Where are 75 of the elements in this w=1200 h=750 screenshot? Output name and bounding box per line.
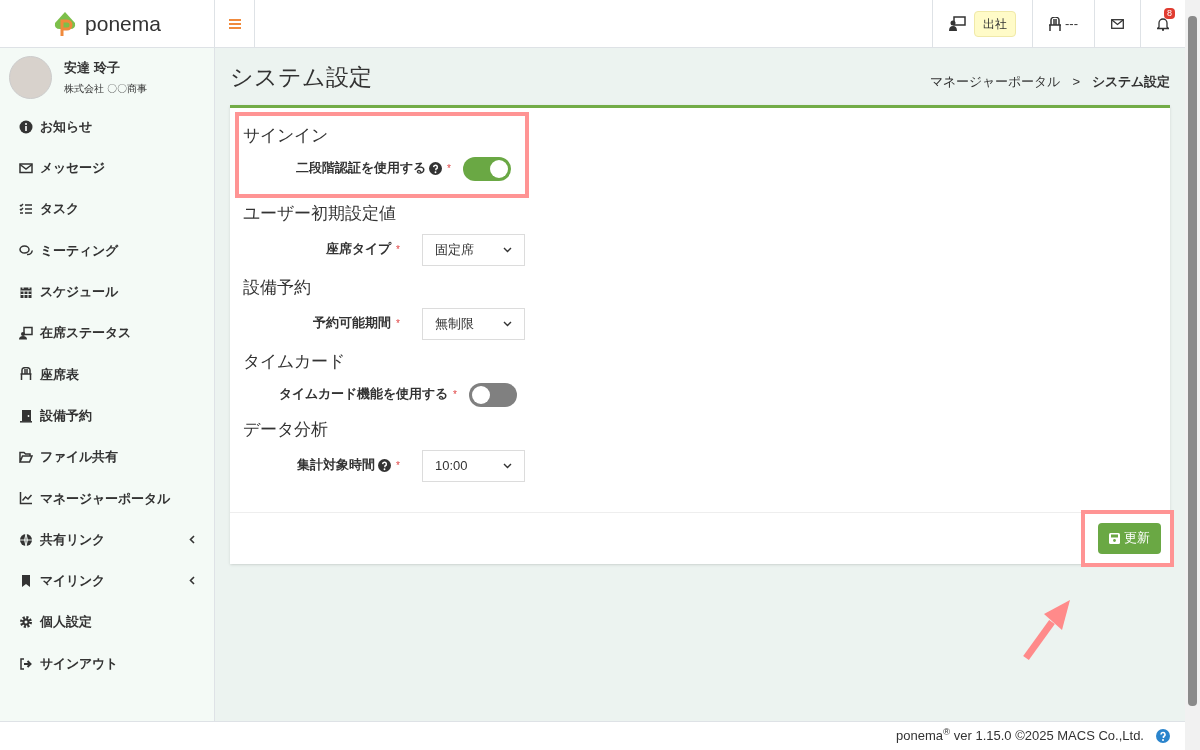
chevron-icon (503, 320, 512, 327)
help-icon[interactable] (429, 162, 443, 175)
section-title: サインイン (243, 124, 329, 147)
sidebar-item[interactable]: サインアウト (0, 642, 214, 685)
brand-name: ponema (85, 10, 161, 37)
company-name: 株式会社 〇〇商事 (64, 81, 147, 96)
field-label: 座席タイプ (326, 240, 392, 259)
toggle-switch[interactable] (469, 382, 517, 407)
section-title: ユーザー初期設定値 (243, 202, 397, 225)
select-field[interactable]: 10:00 (422, 449, 525, 482)
user-name: 安達 玲子 (64, 59, 121, 78)
select-field[interactable]: 無制限 (422, 307, 525, 340)
breadcrumb-item[interactable]: マネージャーポータル (930, 72, 1061, 92)
field-label: 集計対象時間 (297, 456, 376, 475)
section-title: データ分析 (243, 418, 329, 441)
save-icon (1109, 532, 1120, 544)
seat-value: --- (1065, 14, 1078, 33)
help-icon[interactable] (378, 459, 392, 472)
section-title: タイムカード (243, 350, 346, 373)
field-label: 予約可能期間 (313, 315, 392, 333)
select-field[interactable]: 固定席 (422, 233, 525, 266)
sidebar-item[interactable]: 座席表 (0, 353, 214, 396)
globe-icon (19, 532, 33, 547)
sidebar-item[interactable]: お知らせ (0, 106, 214, 148)
tasks-icon (19, 202, 33, 217)
bookmark-icon (19, 573, 33, 588)
toggle-switch[interactable] (463, 156, 511, 181)
field-label: タイムカード機能を使用する (279, 386, 449, 404)
required-mark: * (396, 459, 400, 473)
calendar-icon (19, 284, 33, 299)
status-badge[interactable]: 出社 (974, 10, 1016, 37)
chair-icon[interactable] (1049, 16, 1061, 31)
chevron-icon (503, 246, 512, 253)
notification-count: 8 (1164, 8, 1175, 19)
required-mark: * (396, 243, 400, 257)
signout-icon (19, 656, 33, 671)
settings-icon (19, 615, 33, 630)
chat-icon (19, 243, 33, 258)
sidebar-item[interactable]: マネージャーポータル (0, 477, 214, 519)
sidebar-item[interactable]: メッセージ (0, 147, 214, 189)
required-mark: * (396, 317, 400, 331)
info-icon (19, 119, 33, 134)
folder-icon (19, 450, 33, 464)
mail-icon (19, 160, 33, 175)
door-icon (19, 408, 33, 423)
presence-icon[interactable] (949, 16, 966, 31)
chart-icon (19, 491, 33, 506)
footer-text: ponema$^{®}$ ver 1.15.0 ©2025 MACS Co.,Ltd. (895, 726, 1144, 746)
sidebar-item[interactable]: 設備予約 (0, 395, 214, 437)
scrollbar[interactable] (1185, 0, 1200, 750)
bell-icon[interactable] (1157, 16, 1169, 31)
required-mark: * (453, 388, 457, 402)
presence-icon (19, 326, 33, 341)
sidebar-item[interactable]: 共有リンク (0, 518, 214, 561)
sidebar-item[interactable]: スケジュール (0, 271, 214, 313)
page-title: システム設定 (230, 63, 372, 92)
sidebar-item[interactable]: マイリンク (0, 560, 214, 602)
annotation-arrow (1022, 600, 1072, 662)
sidebar-item[interactable]: 個人設定 (0, 601, 214, 643)
avatar (9, 55, 52, 99)
sidebar-item[interactable]: タスク (0, 188, 214, 230)
sidebar-item[interactable]: ミーティング (0, 229, 214, 272)
sidebar-item[interactable]: 在席ステータス (0, 312, 214, 354)
field-label: 二段階認証を使用する (296, 160, 427, 178)
section-title: 設備予約 (243, 276, 312, 299)
chair-icon (19, 367, 33, 382)
sidebar-item[interactable]: ファイル共有 (0, 436, 214, 478)
mail-icon[interactable] (1111, 18, 1124, 29)
breadcrumb-item: システム設定 (1092, 73, 1170, 91)
breadcrumb-separator: > (1072, 73, 1080, 91)
chevron-icon (503, 462, 512, 469)
required-mark: * (447, 162, 451, 176)
chevron-icon (189, 576, 195, 586)
logo-icon (53, 10, 78, 37)
chevron-icon (189, 535, 195, 545)
